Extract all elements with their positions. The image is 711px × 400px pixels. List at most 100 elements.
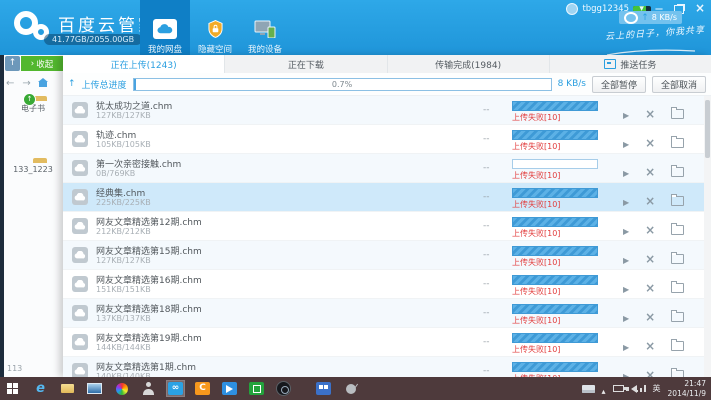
cancel-icon[interactable] xyxy=(645,306,655,325)
tab-downloading[interactable]: 正在下载 xyxy=(225,55,387,73)
resume-icon[interactable] xyxy=(623,335,629,354)
row-progress-fill xyxy=(513,247,597,255)
open-folder-icon[interactable] xyxy=(671,225,684,235)
resume-icon[interactable] xyxy=(623,161,629,180)
row-progress-bar xyxy=(512,159,598,169)
close-button[interactable] xyxy=(695,2,705,16)
speed-widget-arrow xyxy=(641,13,649,23)
file-size: 212KB/212KB xyxy=(96,227,151,236)
scrollbar-thumb[interactable] xyxy=(705,100,710,158)
upload-row[interactable]: 网友文章精选第15期.chm 127KB/127KB -- 上传失败[10] xyxy=(63,241,704,270)
transfer-window: 正在上传(1243) 正在下载 传输完成(1984) 推送任务 上传总进度 0.… xyxy=(63,55,711,377)
resume-icon[interactable] xyxy=(623,132,629,151)
upload-status: 上传失败[10] xyxy=(512,315,560,326)
pinwheel-icon[interactable] xyxy=(113,381,130,396)
folder-ebooks[interactable]: 电子书 xyxy=(10,100,56,114)
cancel-icon[interactable] xyxy=(645,364,655,377)
battery-icon[interactable] xyxy=(613,385,624,392)
upload-row[interactable]: 网友文章精选第16期.chm 151KB/151KB -- 上传失败[10] xyxy=(63,270,704,299)
scrollbar[interactable] xyxy=(704,96,711,377)
upload-button-icon[interactable] xyxy=(5,56,20,71)
file-type-icon xyxy=(72,247,88,263)
tab-push-tasks[interactable]: 推送任务 xyxy=(550,55,711,73)
file-type-icon xyxy=(72,334,88,350)
clock-time: 21:47 xyxy=(668,379,706,388)
upload-row[interactable]: 经典集.chm 225KB/225KB -- 上传失败[10] xyxy=(63,183,704,212)
speed-placeholder: -- xyxy=(483,366,490,376)
taskbar: 英 21:47 2014/11/9 xyxy=(0,377,711,400)
open-folder-icon[interactable] xyxy=(671,341,684,351)
resume-icon[interactable] xyxy=(623,219,629,238)
upload-row[interactable]: 第一次亲密接触.chm 0B/769KB -- 上传失败[10] xyxy=(63,154,704,183)
open-folder-icon[interactable] xyxy=(671,196,684,206)
baidu-cloud-taskbar-icon[interactable] xyxy=(167,381,184,396)
start-button[interactable] xyxy=(5,381,22,396)
satellite-icon[interactable] xyxy=(342,381,359,396)
row-actions xyxy=(623,132,684,151)
resume-icon[interactable] xyxy=(623,103,629,122)
collapse-button[interactable]: › 收起 xyxy=(21,56,63,71)
open-folder-icon[interactable] xyxy=(671,254,684,264)
tray-expand-icon[interactable] xyxy=(602,379,606,398)
ie-icon[interactable] xyxy=(32,381,49,396)
home-icon[interactable] xyxy=(39,82,47,87)
upload-row[interactable]: 网友文章精选第12期.chm 212KB/212KB -- 上传失败[10] xyxy=(63,212,704,241)
upload-row[interactable]: 网友文章精选第18期.chm 137KB/137KB -- 上传失败[10] xyxy=(63,299,704,328)
cancel-icon[interactable] xyxy=(645,277,655,296)
tab-hidden-space[interactable]: 隐藏空间 xyxy=(190,0,240,60)
app-header: 百度云管家 41.77GB/2055.00GB 我的网盘 隐藏空间 xyxy=(0,0,711,56)
cancel-icon[interactable] xyxy=(645,335,655,354)
ime-indicator[interactable]: 英 xyxy=(653,383,661,394)
open-folder-icon[interactable] xyxy=(671,138,684,148)
system-tray: 英 21:47 2014/11/9 xyxy=(582,379,711,398)
forward-icon[interactable]: → xyxy=(22,78,30,89)
cancel-icon[interactable] xyxy=(645,190,655,209)
upload-row[interactable]: 网友文章精选第1期.chm 140KB/140KB -- 上传失败[10] xyxy=(63,357,704,377)
desktop-icon[interactable] xyxy=(86,381,103,396)
tab-my-devices[interactable]: 我的设备 xyxy=(240,0,290,60)
keyboard-icon[interactable] xyxy=(582,385,595,393)
resume-icon[interactable] xyxy=(623,248,629,267)
upload-row[interactable]: 网友文章精选第19期.chm 144KB/144KB -- 上传失败[10] xyxy=(63,328,704,357)
clock[interactable]: 21:47 2014/11/9 xyxy=(668,379,706,398)
speed-placeholder: -- xyxy=(483,192,490,202)
uc-browser-icon[interactable] xyxy=(194,381,211,396)
open-folder-icon[interactable] xyxy=(671,109,684,119)
thunder-icon[interactable] xyxy=(221,381,238,396)
file-type-icon xyxy=(72,305,88,321)
tab-completed[interactable]: 传输完成(1984) xyxy=(388,55,550,73)
remote-desktop-icon[interactable] xyxy=(315,381,332,396)
back-icon[interactable]: ← xyxy=(6,78,14,89)
tab-my-drive[interactable]: 我的网盘 xyxy=(140,0,190,60)
row-progress-fill xyxy=(513,305,597,313)
upload-row[interactable]: 犹太成功之道.chm 127KB/127KB -- 上传失败[10] xyxy=(63,96,704,125)
speed-widget[interactable]: 8 KB/s xyxy=(619,11,682,24)
resume-icon[interactable] xyxy=(623,190,629,209)
resume-icon[interactable] xyxy=(623,277,629,296)
file-explorer-icon[interactable] xyxy=(59,381,76,396)
row-actions xyxy=(623,190,684,209)
tab-uploading[interactable]: 正在上传(1243) xyxy=(63,55,225,73)
upload-row[interactable]: 轨迹.chm 105KB/105KB -- 上传失败[10] xyxy=(63,125,704,154)
resume-icon[interactable] xyxy=(623,364,629,377)
open-folder-icon[interactable] xyxy=(671,167,684,177)
folder-133-1223[interactable]: 133_1223 xyxy=(10,162,56,174)
dial-icon[interactable] xyxy=(275,381,292,396)
cancel-icon[interactable] xyxy=(645,248,655,267)
file-size: 137KB/137KB xyxy=(96,314,151,323)
resume-icon[interactable] xyxy=(623,306,629,325)
contacts-icon[interactable] xyxy=(140,381,157,396)
cancel-icon[interactable] xyxy=(645,219,655,238)
file-type-icon xyxy=(72,218,88,234)
open-folder-icon[interactable] xyxy=(671,370,684,378)
cancel-icon[interactable] xyxy=(645,161,655,180)
cancel-icon[interactable] xyxy=(645,103,655,122)
appstore-icon[interactable] xyxy=(248,381,265,396)
cancel-all-button[interactable]: 全部取消 xyxy=(652,76,706,93)
total-progress-row: 上传总进度 0.7% 8 KB/s 全部暂停 全部取消 xyxy=(63,73,711,96)
open-folder-icon[interactable] xyxy=(671,312,684,322)
network-signal-icon[interactable] xyxy=(644,385,646,392)
open-folder-icon[interactable] xyxy=(671,283,684,293)
pause-all-button[interactable]: 全部暂停 xyxy=(592,76,646,93)
cancel-icon[interactable] xyxy=(645,132,655,151)
